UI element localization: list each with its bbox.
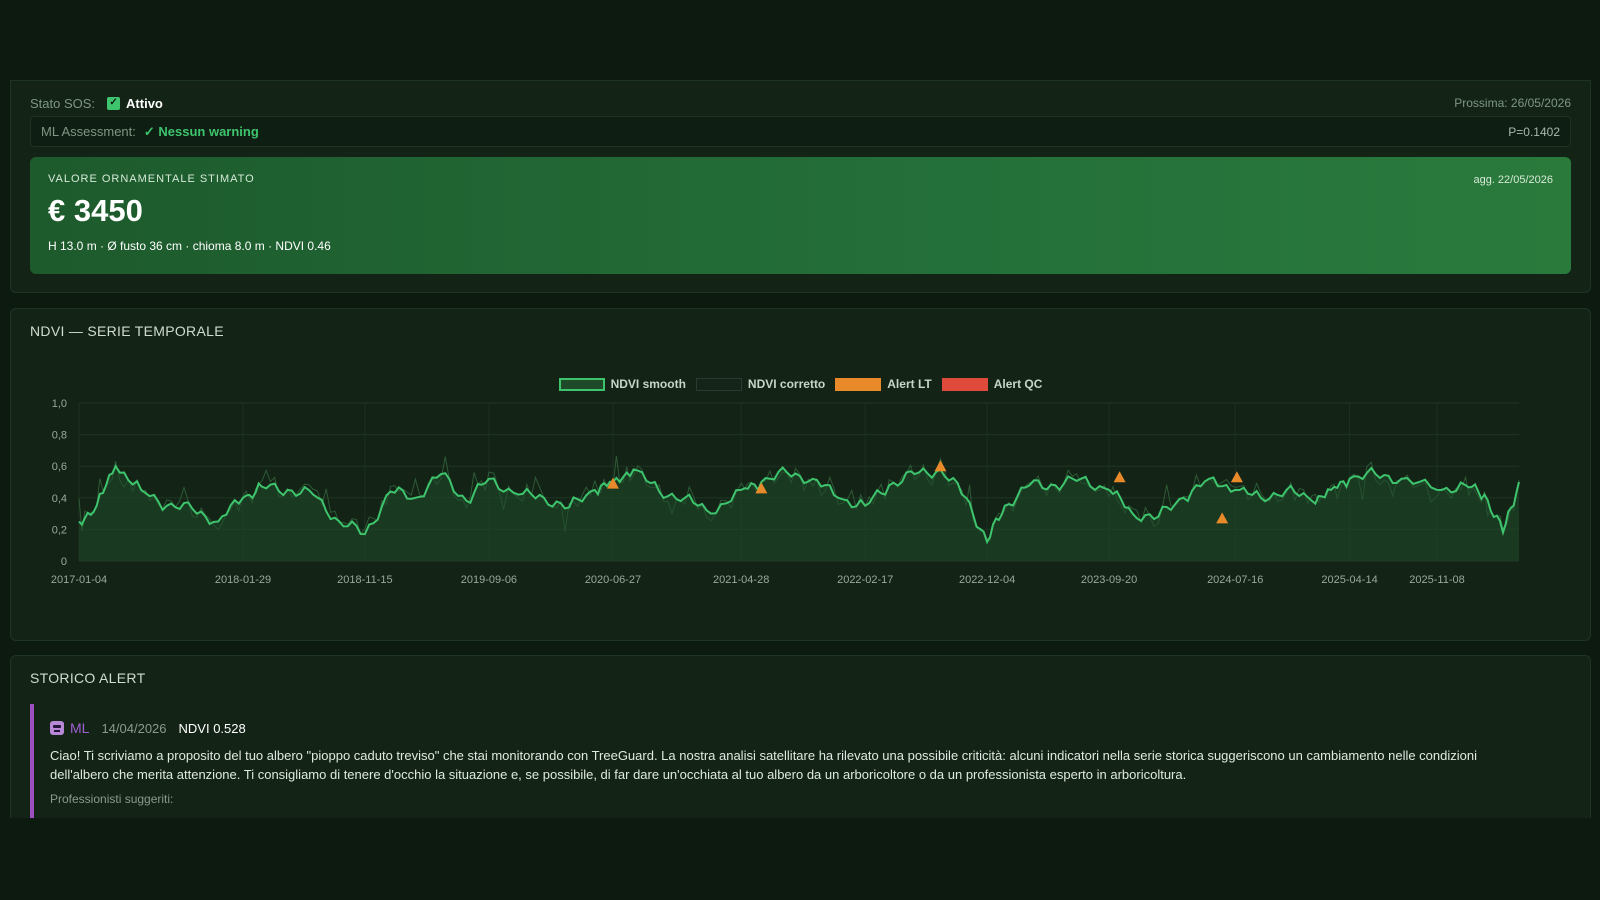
ndvi-smooth-area: [79, 466, 1519, 561]
ornamental-value-card: VALORE ORNAMENTALE STIMATO agg. 22/05/20…: [30, 157, 1571, 274]
check-icon: ✓: [109, 97, 118, 108]
alert-lt-marker: [1113, 471, 1126, 483]
x-tick-label: 2022-02-17: [837, 574, 893, 586]
y-tick-label: 0,4: [52, 493, 67, 505]
ndvi-chart-panel: NDVI — SERIE TEMPORALE 1,0 0,8 0,6 0,4 0,2 0 2…: [10, 308, 1591, 641]
valuation-details: H 13.0 m · Ø fusto 36 cm · chioma 8.0 m …: [48, 239, 331, 253]
x-tick-label: 2025-04-14: [1321, 574, 1377, 586]
x-tick-label: 2023-09-20: [1081, 574, 1137, 586]
ml-assessment-bar: ML Assessment: ✓ Nessun warning P=0.1402: [30, 116, 1571, 147]
x-tick-label: 2021-04-28: [713, 574, 769, 586]
legend-swatch-alert-lt: [835, 377, 882, 391]
alert-date: 14/04/2026: [101, 720, 167, 736]
y-tick-label: 0,6: [52, 461, 67, 473]
chart-legend: NDVI smooth NDVI corretto Alert LT Alert…: [11, 377, 1590, 391]
x-tick-label: 2017-01-04: [51, 574, 107, 586]
x-tick-label: 2024-07-16: [1207, 574, 1263, 586]
y-tick-label: 0,8: [52, 430, 67, 442]
legend-ndvi-smooth[interactable]: NDVI smooth: [558, 377, 686, 391]
y-tick-label: 1,0: [52, 398, 67, 410]
suggested-professionals-label: Professionisti suggeriti:: [50, 792, 174, 806]
alerts-section-title: STORICO ALERT: [30, 670, 146, 686]
x-tick-label: 2019-09-06: [461, 574, 517, 586]
alert-lt-marker: [1230, 471, 1243, 483]
alert-card[interactable]: ML 14/04/2026 NDVI 0.528 Ciao! Ti scrivi…: [30, 704, 1571, 818]
next-check-date: Prossima: 26/05/2026: [1454, 96, 1571, 110]
valuation-updated: agg. 22/05/2026: [1473, 174, 1553, 186]
legend-label: Alert LT: [887, 377, 932, 391]
x-tick-label: 2018-01-29: [215, 574, 271, 586]
x-tick-label: 2018-11-15: [337, 574, 392, 586]
ml-probability: P=0.1402: [1508, 124, 1560, 139]
alert-message: Ciao! Ti scriviamo a proposito del tuo a…: [50, 748, 1477, 782]
legend-swatch-smooth: [558, 377, 605, 391]
legend-swatch-corretto: [695, 377, 742, 391]
legend-label: NDVI corretto: [747, 377, 826, 391]
legend-alert-qc[interactable]: Alert QC: [941, 377, 1043, 391]
alert-ndvi: NDVI 0.528: [178, 720, 246, 736]
valuation-label: VALORE ORNAMENTALE STIMATO: [48, 173, 255, 185]
ndvi-chart[interactable]: 1,0 0,8 0,6 0,4 0,2 0 2017-01-04 2018-01-29 2018…: [11, 309, 1590, 640]
legend-alert-lt[interactable]: Alert LT: [835, 377, 932, 391]
robot-icon: [50, 721, 64, 735]
x-tick-label: 2022-12-04: [959, 574, 1015, 586]
y-tick-label: 0,2: [52, 524, 67, 536]
valuation-amount: € 3450: [48, 193, 143, 228]
legend-label: Alert QC: [993, 377, 1043, 391]
legend-swatch-alert-qc: [941, 377, 988, 391]
sos-checkbox[interactable]: ✓: [107, 96, 121, 110]
ml-status-value: ✓ Nessun warning: [143, 123, 259, 139]
y-tick-label: 0: [61, 556, 67, 568]
alert-header: ML 14/04/2026 NDVI 0.528: [50, 720, 1571, 736]
sos-status-row: Stato SOS: ✓ Attivo Prossima: 26/05/2026: [30, 93, 1571, 113]
sos-value: Attivo: [126, 95, 163, 111]
sos-label: Stato SOS:: [30, 95, 96, 111]
x-tick-label: 2020-06-27: [585, 574, 641, 586]
alert-history-panel: STORICO ALERT ML 14/04/2026 NDVI 0.528 C…: [10, 655, 1591, 818]
legend-label: NDVI smooth: [610, 377, 686, 391]
alert-source: ML: [70, 720, 90, 736]
x-tick-label: 2025-11-08: [1409, 574, 1464, 586]
legend-ndvi-corretto[interactable]: NDVI corretto: [695, 377, 826, 391]
tree-status-panel: Stato SOS: ✓ Attivo Prossima: 26/05/2026…: [10, 80, 1591, 293]
ml-label: ML Assessment:: [41, 124, 136, 139]
